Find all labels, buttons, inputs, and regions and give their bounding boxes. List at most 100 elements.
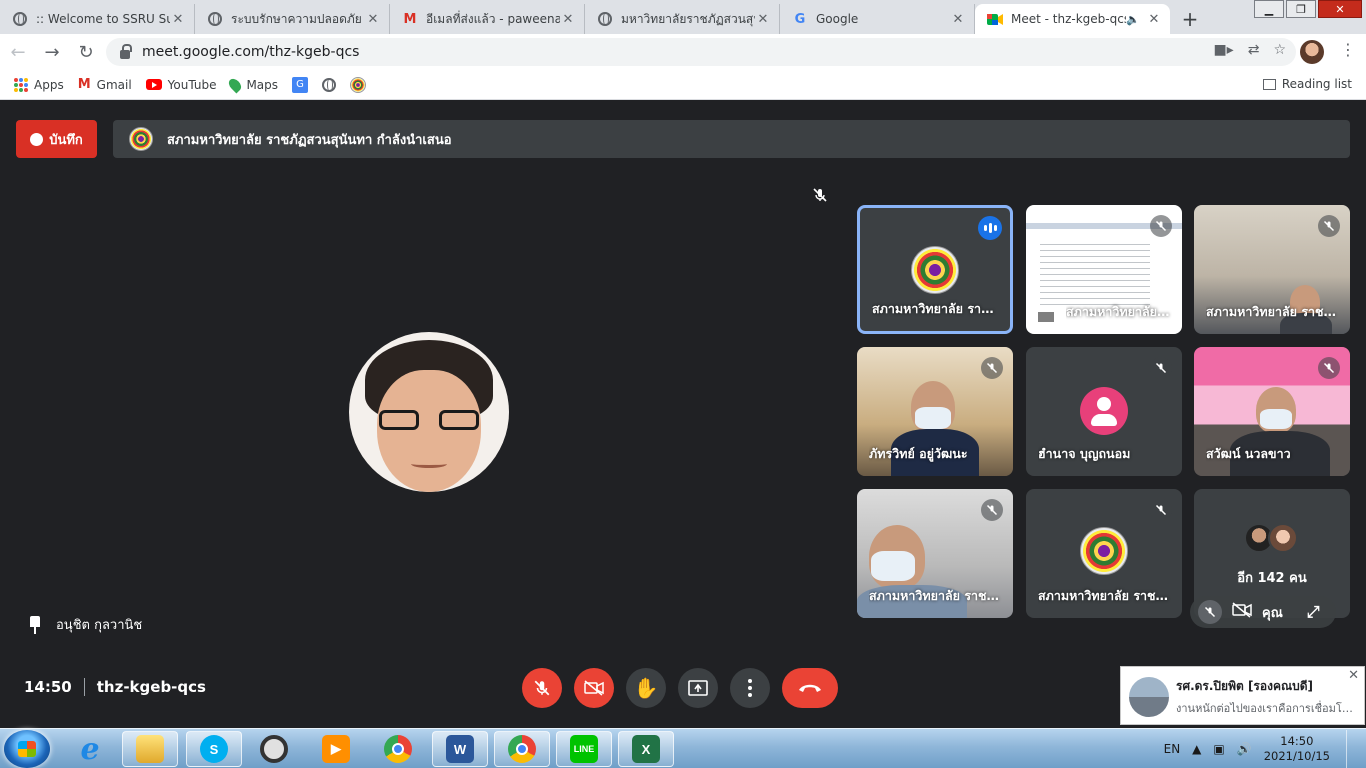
participant-tile[interactable]: สภามหาวิทยาลัย ราชภัฏสวนสุนันทา	[1026, 489, 1182, 618]
meeting-code[interactable]: thz-kgeb-qcs	[97, 678, 206, 696]
participant-tile[interactable]: สภามหาวิทยาลัย ราชภัฏสวนสุนันทา	[1194, 205, 1350, 334]
bookmark-globe[interactable]	[322, 77, 337, 92]
tab-google[interactable]: G Google ✕	[780, 4, 975, 34]
lock-icon[interactable]	[120, 43, 132, 59]
bookmark-label: Apps	[34, 77, 64, 92]
avatar-stack	[1244, 523, 1298, 553]
language-indicator[interactable]: EN	[1164, 742, 1181, 756]
back-button[interactable]: ←	[2, 36, 34, 68]
bookmark-seal[interactable]	[350, 76, 367, 93]
chat-notification[interactable]: รศ.ดร.ปิยพิต [รองคณบดี] งานหนักต่อไปของเ…	[1120, 666, 1365, 725]
gmail-icon: M	[77, 77, 91, 92]
tab-gmail-sent[interactable]: M อีเมลที่ส่งแล้ว - paweena.sr ✕	[390, 4, 585, 34]
participant-name: ฮำนาจ บุญถนอม	[1038, 446, 1131, 461]
chrome-icon	[508, 735, 536, 763]
webcam-icon	[260, 735, 288, 763]
bookmark-star-icon[interactable]: ☆	[1273, 42, 1286, 58]
taskbar-word[interactable]: W	[432, 731, 488, 767]
clock-time: 14:50	[1280, 734, 1314, 748]
tab-title: อีเมลที่ส่งแล้ว - paweena.sr	[426, 11, 560, 26]
taskbar-clock[interactable]: 14:50 2021/10/15	[1264, 734, 1330, 764]
self-camera-off-icon[interactable]	[1232, 602, 1252, 622]
recording-badge[interactable]: บันทึก	[16, 120, 97, 158]
participant-tile[interactable]: สภามหาวิทยาลัย ราชภัฏสวนสุนันทา	[857, 489, 1013, 618]
taskbar-ie[interactable]: e	[62, 731, 118, 767]
reading-list-button[interactable]: Reading list	[1262, 77, 1352, 91]
close-icon[interactable]: ✕	[170, 12, 186, 27]
tab-ssru-university[interactable]: มหาวิทยาลัยราชภัฏสวนสุนันทา ✕	[585, 4, 780, 34]
meeting-time: 14:50	[24, 678, 72, 696]
self-label: คุณ	[1262, 605, 1283, 621]
forward-button[interactable]: →	[36, 36, 68, 68]
new-tab-button[interactable]: +	[1176, 5, 1204, 33]
mic-off-icon	[1318, 357, 1340, 379]
camera-icon[interactable]: ■▸	[1213, 42, 1233, 58]
participant-tile[interactable]: สภามหาวิทยาลัย ราชภัฏสวนสุนันทา	[857, 205, 1013, 334]
bookmark-maps[interactable]: Maps	[226, 76, 278, 93]
taskbar-chrome-profile[interactable]	[494, 731, 550, 767]
reload-button[interactable]: ↻	[70, 36, 102, 68]
window-close-button[interactable]: ✕	[1318, 0, 1362, 18]
more-options-button[interactable]	[730, 668, 770, 708]
tab-strip: :: Welcome to SSRU Suan ✕ ระบบรักษาความป…	[0, 0, 1366, 34]
minimize-button[interactable]: ▁	[1254, 0, 1284, 18]
pin-icon[interactable]	[28, 615, 42, 634]
tab-meet[interactable]: Meet - thz-kgeb-qcs 🔈 ✕	[975, 4, 1170, 34]
bookmarks-bar: Apps M Gmail YouTube Maps G Reading list	[0, 70, 1366, 100]
taskbar-explorer[interactable]	[122, 731, 178, 767]
bookmark-translate[interactable]: G	[292, 76, 309, 93]
microphone-toggle-button[interactable]	[522, 668, 562, 708]
pinned-participant-avatar[interactable]	[349, 332, 509, 492]
audio-playing-icon[interactable]: 🔈	[1126, 13, 1140, 26]
participant-tile[interactable]: สภามหาวิทยาลัย ราชภัฏสวนสุนันทา	[1026, 205, 1182, 334]
leave-call-button[interactable]	[782, 668, 838, 708]
taskbar-media[interactable]: ▶	[308, 731, 364, 767]
bookmark-youtube[interactable]: YouTube	[145, 78, 216, 92]
present-screen-icon	[688, 680, 708, 696]
tab-security-system[interactable]: ระบบรักษาความปลอดภัย มหา ✕	[195, 4, 390, 34]
bookmark-gmail[interactable]: M Gmail	[78, 77, 132, 92]
start-button[interactable]	[4, 730, 50, 768]
expand-icon[interactable]: ⤢	[1307, 602, 1320, 622]
close-icon[interactable]: ✕	[560, 12, 576, 27]
participant-tile[interactable]: ฮำนาจ บุญถนอม	[1026, 347, 1182, 476]
present-screen-button[interactable]	[678, 668, 718, 708]
participant-tile[interactable]: ภัทรวิทย์ อยู่วัฒนะ	[857, 347, 1013, 476]
self-mic-off-icon[interactable]	[1198, 600, 1222, 624]
close-icon[interactable]: ✕	[365, 12, 381, 27]
participant-tile[interactable]: สวัฒน์ นวลขาว	[1194, 347, 1350, 476]
tab-title: Meet - thz-kgeb-qcs	[1011, 12, 1127, 26]
folder-icon	[136, 735, 164, 763]
self-view-bar[interactable]: คุณ ⤢	[1190, 596, 1336, 628]
profile-avatar[interactable]	[1300, 40, 1324, 64]
taskbar-webcam[interactable]	[246, 731, 302, 767]
taskbar-skype[interactable]: S	[186, 731, 242, 767]
tab-welcome-ssru[interactable]: :: Welcome to SSRU Suan ✕	[0, 4, 195, 34]
show-desktop-button[interactable]	[1346, 730, 1358, 768]
volume-icon[interactable]: 🔊	[1237, 742, 1252, 756]
meet-icon	[987, 11, 1003, 27]
bookmark-apps[interactable]: Apps	[14, 77, 64, 92]
excel-icon: X	[632, 735, 660, 763]
skype-icon: S	[200, 735, 228, 763]
address-bar[interactable]: meet.google.com/thz-kgeb-qcs ■▸ ⇄ ☆	[106, 38, 1296, 66]
taskbar-line[interactable]: LINE	[556, 731, 612, 767]
close-icon[interactable]: ✕	[950, 12, 966, 27]
close-icon[interactable]: ✕	[1146, 12, 1162, 27]
menu-kebab-icon[interactable]: ⋮	[1340, 40, 1356, 59]
presenting-banner[interactable]: สภามหาวิทยาลัย ราชภัฏสวนสุนันทา กำลังนำเ…	[113, 120, 1350, 158]
close-icon[interactable]: ✕	[1348, 668, 1359, 683]
network-icon[interactable]: ▣	[1213, 742, 1224, 756]
camera-toggle-button[interactable]	[574, 668, 614, 708]
url-text: meet.google.com/thz-kgeb-qcs	[142, 44, 360, 60]
google-icon: G	[794, 11, 806, 27]
tray-expand-icon[interactable]: ▲	[1192, 742, 1201, 756]
close-icon[interactable]: ✕	[755, 12, 771, 27]
raise-hand-button[interactable]: ✋	[626, 668, 666, 708]
taskbar-excel[interactable]: X	[618, 731, 674, 767]
translate-icon[interactable]: ⇄	[1248, 42, 1260, 58]
notification-message: งานหนักต่อไปของเราคือการเชื่อมโยงระบบ	[1176, 702, 1354, 715]
maximize-button[interactable]: ❐	[1286, 0, 1316, 18]
globe-icon	[322, 77, 337, 92]
taskbar-chrome[interactable]	[370, 731, 426, 767]
